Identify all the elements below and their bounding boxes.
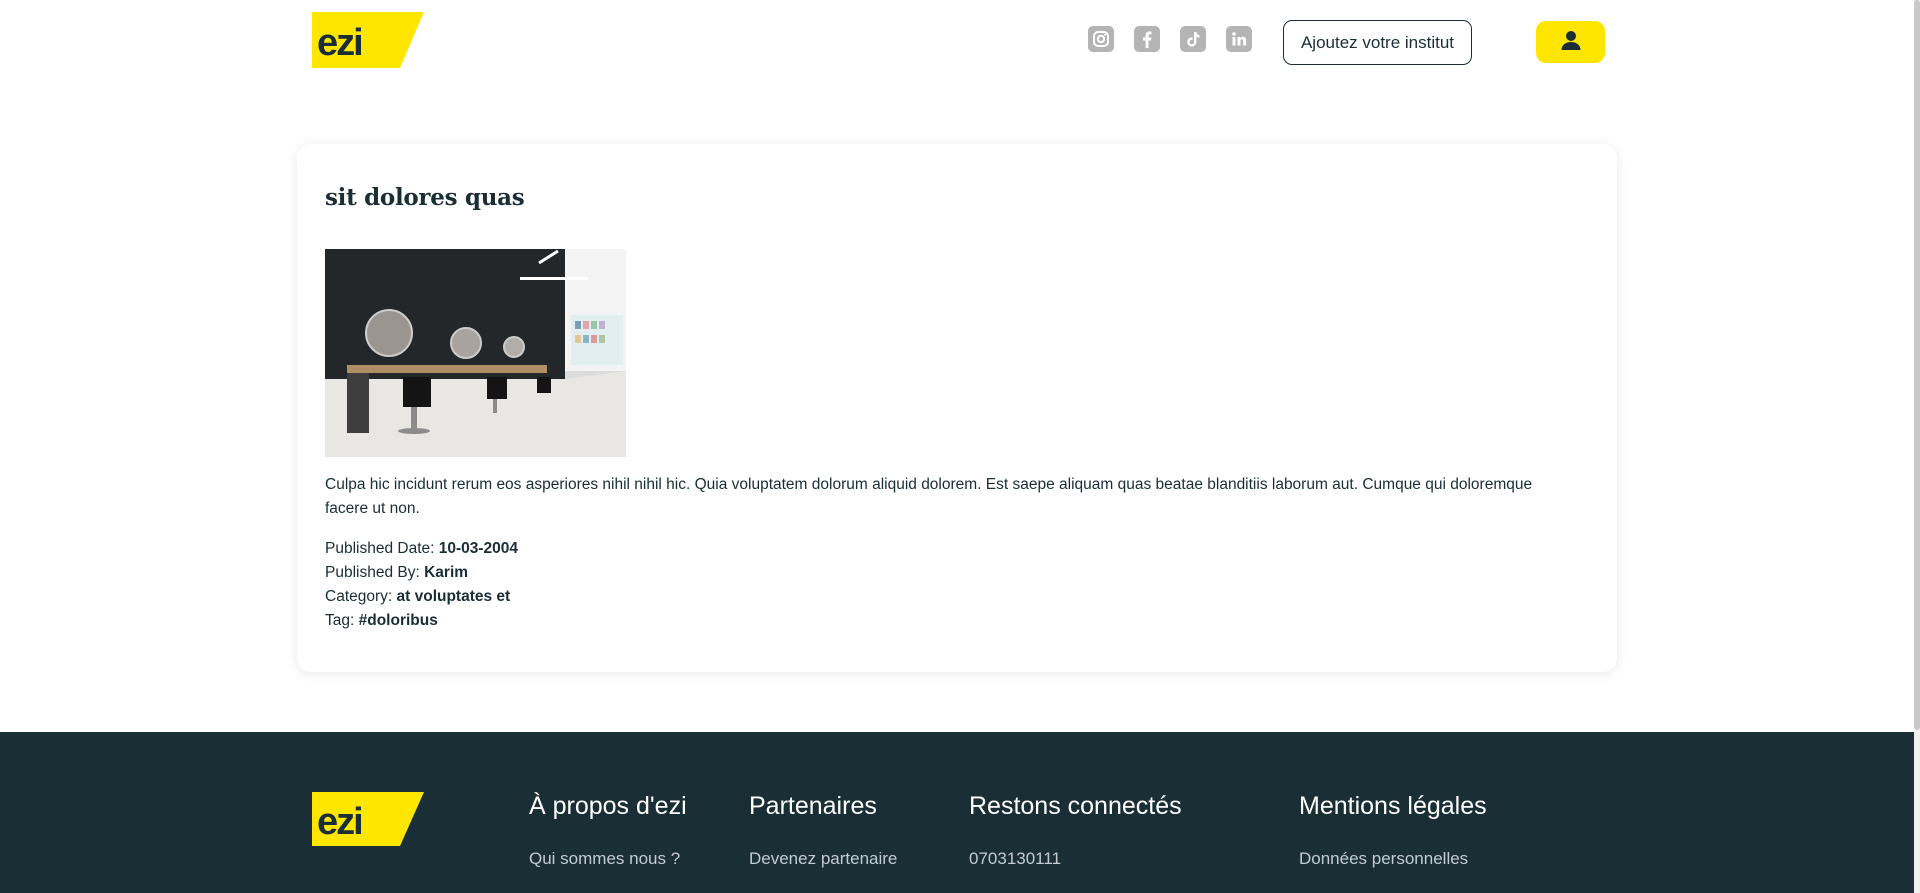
facebook-icon[interactable] xyxy=(1134,26,1160,52)
ezi-logo[interactable]: ezi xyxy=(312,12,424,70)
footer-col-about: À propos d'ezi Qui sommes nous ? xyxy=(529,792,687,869)
post-image xyxy=(325,249,626,457)
footer-link-phone[interactable]: 0703130111 xyxy=(969,849,1182,869)
meta-label: Tag: xyxy=(325,612,359,629)
footer-ezi-logo[interactable]: ezi xyxy=(312,792,424,848)
tag: Tag: #doloribus xyxy=(325,609,518,633)
meta-label: Published By: xyxy=(325,564,425,581)
post-card: sit dolores quas Culpa hic incidunt reru xyxy=(297,144,1617,672)
post-title: sit dolores quas xyxy=(325,184,525,211)
published-by: Published By: Karim xyxy=(325,561,518,585)
user-icon xyxy=(1560,29,1582,56)
tiktok-icon[interactable] xyxy=(1180,26,1206,52)
svg-text:ezi: ezi xyxy=(317,801,362,843)
footer-col-legal: Mentions légales Données personnelles xyxy=(1299,792,1487,869)
post-meta: Published Date: 10-03-2004 Published By:… xyxy=(325,537,518,633)
footer-heading: À propos d'ezi xyxy=(529,792,687,820)
meta-label: Published Date: xyxy=(325,540,439,557)
instagram-icon[interactable] xyxy=(1088,26,1114,52)
footer-link-partner[interactable]: Devenez partenaire xyxy=(749,849,897,869)
footer-col-contact: Restons connectés 0703130111 xyxy=(969,792,1182,869)
post-body: Culpa hic incidunt rerum eos asperiores … xyxy=(325,476,1533,517)
meta-value: at voluptates et xyxy=(396,588,511,605)
footer-link-privacy[interactable]: Données personnelles xyxy=(1299,849,1487,869)
meta-label: Category: xyxy=(325,588,397,605)
footer-col-partners: Partenaires Devenez partenaire xyxy=(749,792,897,869)
user-account-button[interactable] xyxy=(1536,21,1605,63)
scrollbar-thumb[interactable] xyxy=(1914,0,1920,730)
linkedin-icon[interactable] xyxy=(1226,26,1252,52)
page-scrollbar[interactable] xyxy=(1914,0,1920,893)
meta-value: 10-03-2004 xyxy=(438,540,519,557)
svg-text:ezi: ezi xyxy=(317,22,362,64)
meta-value: Karim xyxy=(424,564,469,581)
category: Category: at voluptates et xyxy=(325,585,518,609)
footer-heading: Mentions légales xyxy=(1299,792,1487,820)
meta-value: #doloribus xyxy=(358,612,438,629)
site-footer: ezi À propos d'ezi Qui sommes nous ? Par… xyxy=(0,732,1914,893)
add-institute-button[interactable]: Ajoutez votre institut xyxy=(1283,20,1472,65)
published-date: Published Date: 10-03-2004 xyxy=(325,537,518,561)
footer-heading: Restons connectés xyxy=(969,792,1182,820)
footer-heading: Partenaires xyxy=(749,792,877,820)
social-links xyxy=(1088,26,1252,52)
site-header: ezi Ajoutez votre institut xyxy=(0,0,1920,90)
footer-link-about[interactable]: Qui sommes nous ? xyxy=(529,849,687,869)
